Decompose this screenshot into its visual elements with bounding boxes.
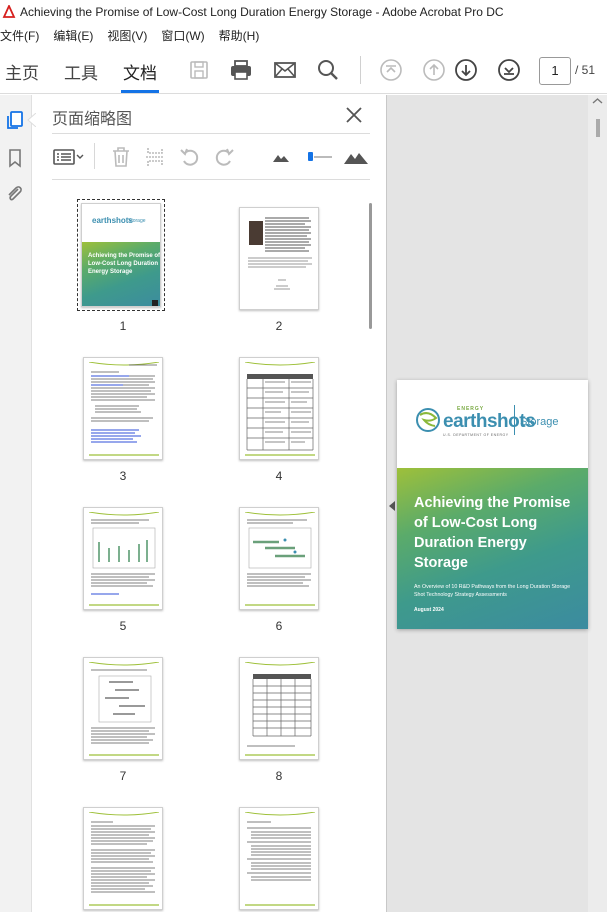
logo-department-text: U.S. DEPARTMENT OF ENERGY [443,433,509,437]
menu-edit[interactable]: 编辑(E) [53,27,93,44]
zoom-in-thumb-icon[interactable] [343,145,369,169]
page-number-label: 3 [119,469,127,483]
panel-pointer [27,113,36,127]
page-thumbnail-9[interactable] [83,807,163,910]
panel-title: 页面缩略图 [52,111,133,128]
page-number-label: 1 [119,319,127,333]
page-thumbnail-1[interactable]: earthshots Storage Achieving the Promise… [77,199,165,311]
acrobat-app-icon [2,5,16,18]
page-thumbnails-panel: 页面缩略图 earthshots Storage Achieving the P… [37,95,386,912]
insert-page-icon[interactable] [144,145,166,169]
close-icon[interactable] [343,104,365,126]
thumb-text-lines [89,812,159,906]
collapse-panel-icon[interactable] [388,500,396,512]
page-number-label: 6 [275,619,283,633]
panel-divider [52,133,370,134]
thumb-table-lines [245,362,315,456]
bookmark-icon[interactable] [4,147,26,169]
page-total: / 51 [575,63,596,77]
thumbnail-scrollbar[interactable] [369,185,375,345]
rotate-ccw-icon[interactable] [178,145,202,169]
search-icon[interactable] [316,58,340,82]
logo-storage-text: Storage [520,416,559,428]
thumbnail-options-icon[interactable] [53,145,85,169]
page-thumbnail-5[interactable] [83,507,163,610]
menu-bar: 文件(F) 编辑(E) 视图(V) 窗口(W) 帮助(H) [0,24,607,46]
page-number-label: 8 [275,769,283,783]
main-toolbar: 主页 工具 文档 1 / 51 [0,46,607,94]
thumb-size-slider[interactable] [305,145,333,169]
menu-file[interactable]: 文件(F) [0,27,39,44]
thumb-table-lines [245,662,315,756]
page-thumbnail-8[interactable] [239,657,319,760]
scroll-down-icon[interactable] [497,58,521,82]
thumb-portrait-photo [249,221,263,245]
toolbar-separator [360,56,361,84]
page-number-label: 4 [275,469,283,483]
tab-home[interactable]: 主页 [5,59,39,84]
page-number-label: 7 [119,769,127,783]
tab-document[interactable]: 文档 [123,59,157,84]
thumb-text-lines-2 [248,257,312,290]
cover-subtitle: An Overview of 10 R&D Pathways from the … [414,584,571,598]
active-tab-indicator [121,90,159,93]
print-icon[interactable] [229,58,253,82]
scroll-up-arrow-icon[interactable] [592,97,603,105]
cover-title: Achieving the Promise of Low-Cost Long D… [414,495,571,571]
attachment-icon[interactable] [4,183,26,205]
page-thumbnails-icon[interactable] [4,109,26,131]
delete-page-icon[interactable] [110,145,132,169]
window-title: Achieving the Promise of Low-Cost Long D… [20,5,504,19]
thumb-cover-title: Achieving the Promise of Low-Cost Long D… [88,253,161,275]
document-cover-page: ENERGY earthshots U.S. DEPARTMENT OF ENE… [397,380,588,629]
menu-view[interactable]: 视图(V) [107,27,147,44]
email-icon[interactable] [273,58,297,82]
menu-window[interactable]: 窗口(W) [161,27,204,44]
thumbnail-list: earthshots Storage Achieving the Promise… [37,185,367,912]
logo-divider [514,405,515,435]
document-scrollbar[interactable] [588,95,607,912]
thumb-text-lines [265,217,311,252]
thumb-logo-product: Storage [128,218,146,224]
thumb-logo: earthshots [92,216,133,225]
page-number-input[interactable]: 1 [539,57,571,85]
next-page-icon[interactable] [454,58,478,82]
panel-toolbar-separator [94,143,95,169]
save-icon[interactable] [187,58,211,82]
thumb-chart-lines [245,512,315,606]
page-number-label: 5 [119,619,127,633]
thumb-corner-mark [152,300,158,306]
rotate-cw-icon[interactable] [212,145,236,169]
thumb-toc-lines [245,812,315,906]
tab-tools[interactable]: 工具 [64,59,98,84]
window-titlebar: Achieving the Promise of Low-Cost Long D… [0,0,607,24]
cover-date: August 2024 [414,607,444,613]
prev-page-icon[interactable] [422,58,446,82]
panel-divider-2 [52,179,370,180]
page-thumbnail-4[interactable] [239,357,319,460]
page-thumbnail-6[interactable] [239,507,319,610]
scrollbar-thumb[interactable] [369,203,372,329]
page-number-label: 2 [275,319,283,333]
page-thumbnail-7[interactable] [83,657,163,760]
page-thumbnail-2[interactable] [239,207,319,310]
scroll-up-icon[interactable] [379,58,403,82]
thumb-chart-lines [89,512,159,606]
zoom-out-thumb-icon[interactable] [272,145,290,169]
page-thumbnail-10[interactable] [239,807,319,910]
page-thumbnail-3[interactable] [83,357,163,460]
thumb-chart-lines [89,662,159,756]
menu-help[interactable]: 帮助(H) [219,27,260,44]
left-navigation-rail [0,95,32,912]
thumb-text-lines [89,362,159,456]
earthshots-logo-mark-icon [416,408,440,432]
scrollbar-thumb[interactable] [596,119,600,137]
